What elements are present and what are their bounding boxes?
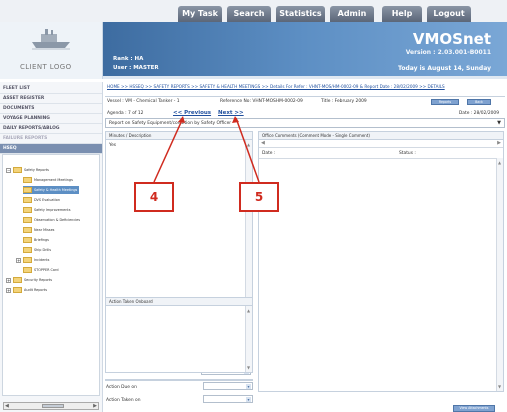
callout-5-arrow <box>235 117 260 183</box>
arrowhead-icon <box>232 116 239 123</box>
arrowhead-icon <box>178 116 185 123</box>
callout-4-arrow <box>153 117 184 183</box>
callout-arrows <box>153 116 260 183</box>
